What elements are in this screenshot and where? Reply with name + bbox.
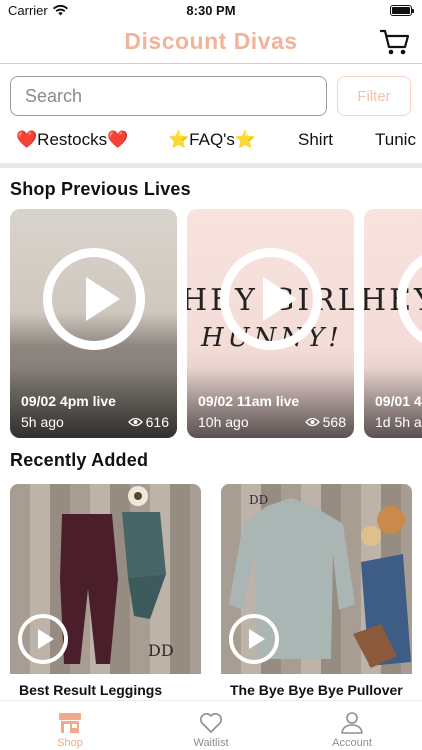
product-card[interactable]: DD Best Result Leggings bbox=[10, 484, 201, 704]
svg-text:DD: DD bbox=[249, 493, 268, 507]
play-icon[interactable] bbox=[229, 614, 279, 664]
eye-icon bbox=[127, 417, 143, 427]
bottom-tab-bar: Shop Waitlist Account bbox=[0, 700, 422, 750]
play-icon[interactable] bbox=[18, 614, 68, 664]
live-title: 09/01 4 bbox=[375, 393, 422, 409]
section-title-recently-added: Recently Added bbox=[10, 450, 149, 470]
eye-icon bbox=[304, 417, 320, 427]
svg-text:DD: DD bbox=[148, 641, 174, 660]
live-video-card[interactable]: HEY GIRL 09/01 4 1d 5h a bbox=[364, 209, 422, 438]
category-tabs: ❤️Restocks❤️ ⭐FAQ's⭐ Shirt Tunic bbox=[0, 126, 422, 156]
view-count: 616 bbox=[127, 414, 169, 430]
live-video-card[interactable]: HEY GIRL HUNNY! 09/02 11am live 10h ago … bbox=[187, 209, 354, 438]
product-name: The Bye Bye Bye Pullover bbox=[230, 682, 403, 698]
tab-waitlist[interactable]: Waitlist bbox=[141, 701, 281, 750]
product-name: Best Result Leggings bbox=[19, 682, 163, 698]
battery-icon bbox=[390, 5, 414, 16]
live-title: 09/02 4pm live bbox=[21, 393, 116, 409]
tab-account[interactable]: Account bbox=[282, 701, 422, 750]
category-tab-restocks[interactable]: ❤️Restocks❤️ bbox=[16, 130, 128, 150]
category-tab-faqs[interactable]: ⭐FAQ's⭐ bbox=[168, 130, 256, 150]
play-icon[interactable] bbox=[42, 248, 145, 350]
product-card[interactable]: DD The Bye Bye Bye Pullover bbox=[221, 484, 412, 704]
play-icon[interactable] bbox=[397, 248, 422, 350]
product-image[interactable]: DD bbox=[10, 484, 201, 674]
category-tab-tunic[interactable]: Tunic bbox=[375, 130, 416, 150]
app-title: Discount Divas bbox=[124, 28, 298, 54]
app-header: Discount Divas bbox=[0, 22, 422, 64]
tab-shop[interactable]: Shop bbox=[0, 701, 140, 750]
view-count: 568 bbox=[304, 414, 346, 430]
tab-label-waitlist: Waitlist bbox=[193, 737, 229, 749]
live-time-ago: 10h ago bbox=[198, 414, 249, 430]
section-title-previous-lives: Shop Previous Lives bbox=[10, 179, 191, 199]
play-icon[interactable] bbox=[219, 248, 322, 350]
product-image[interactable]: DD bbox=[221, 484, 412, 674]
person-icon bbox=[341, 712, 363, 734]
category-tab-shirt[interactable]: Shirt bbox=[298, 130, 333, 150]
section-divider bbox=[0, 163, 422, 168]
cart-icon[interactable] bbox=[380, 28, 410, 56]
status-bar: Carrier 8:30 PM bbox=[0, 0, 422, 22]
heart-icon bbox=[200, 713, 222, 733]
search-input[interactable] bbox=[10, 76, 327, 116]
filter-button[interactable]: Filter bbox=[337, 76, 411, 116]
live-time-ago: 5h ago bbox=[21, 414, 64, 430]
live-video-card[interactable]: 09/02 4pm live 5h ago 616 bbox=[10, 209, 177, 438]
shop-icon bbox=[59, 713, 81, 733]
live-time-ago: 1d 5h a bbox=[375, 414, 422, 430]
tab-label-shop: Shop bbox=[57, 737, 83, 749]
tab-label-account: Account bbox=[332, 737, 372, 749]
clock: 8:30 PM bbox=[186, 3, 236, 18]
live-title: 09/02 11am live bbox=[198, 393, 300, 409]
